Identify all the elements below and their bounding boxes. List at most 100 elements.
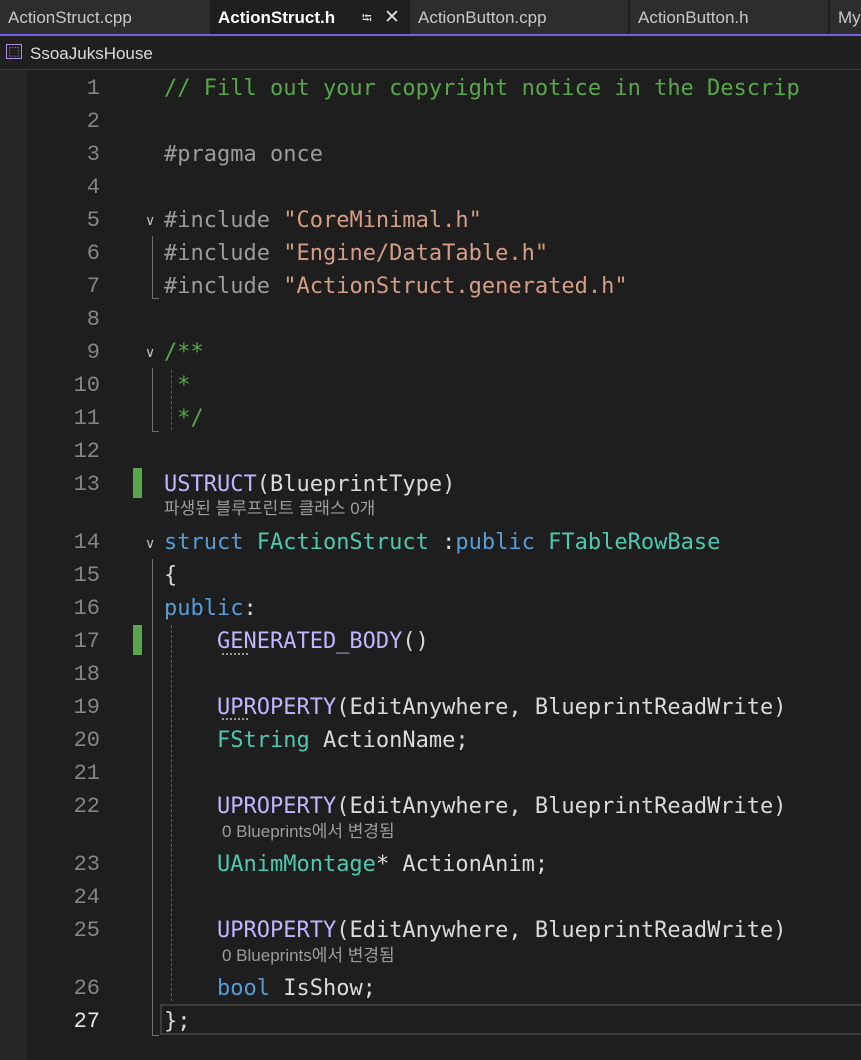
indent-guide [171, 625, 172, 1001]
tab-actionstruct-h[interactable]: ActionStruct.h ⭾ ✕ [212, 0, 410, 34]
navigation-bar: ⬚ SsoaJuksHouse [0, 36, 861, 70]
line-number: 5 [86, 208, 100, 233]
code-line[interactable]: 5 #include "CoreMinimal.h" [0, 204, 861, 237]
code-text: #include "Engine/DataTable.h" [164, 237, 548, 270]
line-number: 7 [86, 274, 100, 299]
line-number: 10 [73, 373, 100, 398]
codelens-hint[interactable]: 파생된 블루프린트 클래스 0개 [164, 496, 375, 522]
code-token: (BlueprintType) [256, 472, 456, 497]
collapse-chevron-icon[interactable]: ∨ [145, 536, 159, 550]
code-token: public [164, 596, 244, 621]
line-number: 19 [73, 695, 100, 720]
line-number: 17 [73, 629, 100, 654]
code-token: UAnimMontage [216, 852, 376, 877]
line-number: 4 [86, 175, 100, 200]
code-text: */ [164, 402, 204, 435]
code-token: ActionName; [309, 728, 469, 753]
code-line[interactable]: 6 #include "Engine/DataTable.h" [0, 237, 861, 270]
tab-actionbutton-cpp[interactable]: ActionButton.cpp [410, 0, 630, 34]
code-text: #include "ActionStruct.generated.h" [164, 270, 628, 303]
code-token: UPROPERTY [216, 695, 337, 720]
line-number: 12 [73, 439, 100, 464]
code-line[interactable]: 25 UPROPERTY(EditAnywhere, BlueprintRead… [0, 914, 861, 947]
pin-icon[interactable]: ⭾ [362, 0, 372, 34]
close-icon[interactable]: ✕ [384, 0, 400, 34]
codelens-hint[interactable]: 0 Blueprints에서 변경됨 [222, 819, 395, 845]
code-token: #include [164, 274, 284, 299]
code-text: UPROPERTY(EditAnywhere, BlueprintReadWri… [164, 691, 787, 724]
code-token: struct [164, 530, 257, 555]
class-scope-icon: ⬚ [6, 44, 22, 59]
code-token: #include [164, 241, 284, 266]
code-token: UPROPERTY [216, 918, 337, 943]
code-token: { [164, 563, 178, 588]
line-number: 25 [73, 918, 100, 943]
line-number: 26 [73, 976, 100, 1001]
change-marker [133, 468, 142, 498]
codelens-hint[interactable]: 0 Blueprints에서 변경됨 [222, 943, 395, 969]
code-text: { [164, 559, 177, 592]
suggestion-underline [222, 653, 248, 655]
code-text: * [164, 369, 190, 402]
collapse-chevron-icon[interactable]: ∨ [145, 213, 159, 227]
code-token: : [428, 530, 456, 555]
code-line[interactable]: 16 public: [0, 592, 861, 625]
code-line[interactable]: 26 bool IsShow; [0, 972, 861, 1005]
code-line[interactable]: 10 * [0, 369, 861, 402]
code-line[interactable]: 4 [0, 171, 861, 204]
code-editor[interactable]: 1 // Fill out your copyright notice in th… [0, 70, 861, 1060]
tab-actionbutton-h[interactable]: ActionButton.h [630, 0, 830, 34]
tab-label: My [838, 8, 861, 27]
code-line[interactable]: 24 [0, 881, 861, 914]
code-line[interactable]: 9 /** [0, 336, 861, 369]
line-number: 1 [86, 76, 100, 101]
code-token: bool [216, 976, 270, 1001]
code-line[interactable]: 11 */ [0, 402, 861, 435]
code-line[interactable]: 12 [0, 435, 861, 468]
code-token: () [402, 629, 429, 654]
code-line[interactable]: 3 #pragma once [0, 138, 861, 171]
tab-label: ActionStruct.h [218, 8, 336, 27]
line-number: 15 [73, 563, 100, 588]
current-line-highlight [160, 1004, 861, 1035]
line-number: 21 [73, 761, 100, 786]
code-token: #pragma once [164, 142, 323, 167]
code-token: : [243, 596, 257, 621]
code-line[interactable]: 13 USTRUCT(BlueprintType) [0, 468, 861, 501]
code-line[interactable]: 19 UPROPERTY(EditAnywhere, BlueprintRead… [0, 691, 861, 724]
tab-label: ActionButton.cpp [418, 8, 547, 27]
code-line[interactable]: 15 { [0, 559, 861, 592]
code-line[interactable]: 21 [0, 757, 861, 790]
code-line[interactable]: 7 #include "ActionStruct.generated.h" [0, 270, 861, 303]
code-token: "Engine/DataTable.h" [283, 241, 549, 266]
code-line[interactable]: 14 struct FActionStruct :public FTableRow… [0, 526, 861, 559]
tab-actionstruct-cpp[interactable]: ActionStruct.cpp [0, 0, 212, 34]
code-token: (EditAnywhere, BlueprintReadWrite) [336, 695, 787, 720]
outline-guide-end [152, 298, 159, 299]
code-line[interactable]: 17 GENERATED_BODY() [0, 625, 861, 658]
code-line[interactable]: 2 [0, 105, 861, 138]
change-marker [133, 625, 142, 655]
code-line[interactable]: 22 UPROPERTY(EditAnywhere, BlueprintRead… [0, 790, 861, 823]
outline-guide [152, 368, 153, 431]
line-number: 22 [73, 794, 100, 819]
tab-label: ActionButton.h [638, 8, 749, 27]
code-line[interactable]: 23 UAnimMontage* ActionAnim; [0, 848, 861, 881]
line-number: 16 [73, 596, 100, 621]
line-number: 13 [73, 472, 100, 497]
tab-label: ActionStruct.cpp [8, 8, 132, 27]
collapse-chevron-icon[interactable]: ∨ [145, 345, 159, 359]
line-number: 11 [73, 406, 100, 431]
code-token: FString [216, 728, 310, 753]
code-line[interactable]: 20 FString ActionName; [0, 724, 861, 757]
line-number: 6 [86, 241, 100, 266]
code-line[interactable]: 18 [0, 658, 861, 691]
scope-dropdown[interactable]: SsoaJuksHouse [30, 36, 153, 72]
code-text: // Fill out your copyright notice in the… [164, 72, 800, 105]
code-token: (EditAnywhere, BlueprintReadWrite) [336, 794, 787, 819]
line-number: 8 [86, 307, 100, 332]
code-line[interactable]: 8 [0, 303, 861, 336]
indent-guide [171, 370, 172, 430]
tab-overflow[interactable]: My [830, 0, 861, 34]
code-line[interactable]: 1 // Fill out your copyright notice in th… [0, 72, 861, 105]
